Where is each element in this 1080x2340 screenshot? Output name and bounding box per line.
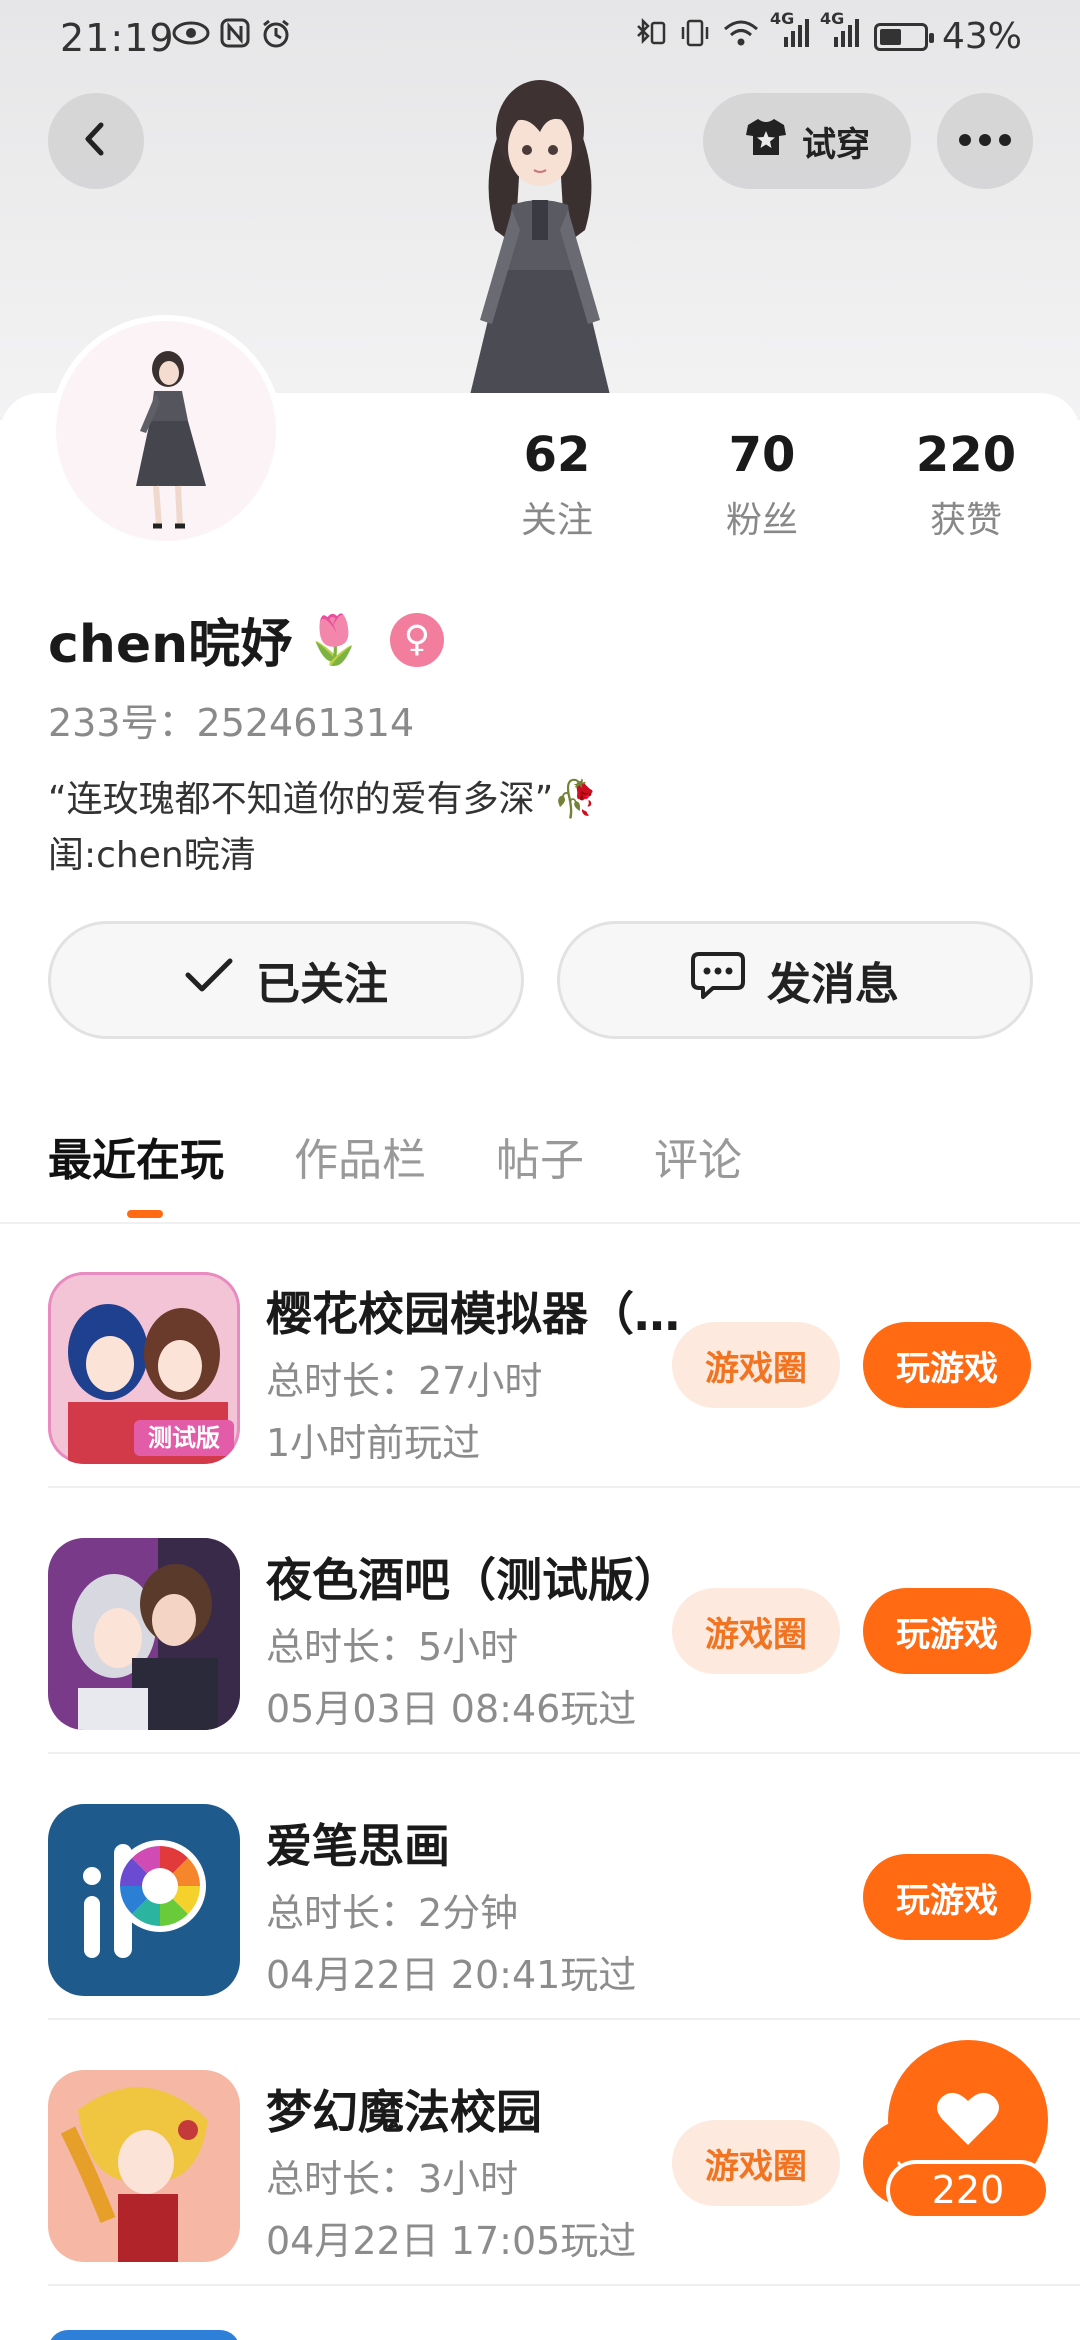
wifi-icon — [722, 18, 760, 56]
bluetooth-vibrate-icon — [634, 17, 668, 57]
night-bar-game-icon — [48, 1538, 240, 1730]
game-list-item[interactable]: 夜色酒吧（测试版） 总时长：5小时 05月03日 08:46玩过 游戏圈 玩游戏 — [48, 1488, 1080, 1754]
test-version-badge: 测试版 — [148, 1424, 220, 1452]
game-last-played: 04月22日 20:41玩过 — [266, 1953, 637, 1997]
try-on-button[interactable]: 试穿 — [703, 93, 911, 189]
game-duration: 总时长：2分钟 — [266, 1891, 519, 1935]
heart-icon — [936, 2089, 1000, 2151]
bio-line-2: 闺:chen晥清 — [48, 835, 256, 876]
tab-posts[interactable]: 帖子 — [496, 1124, 584, 1188]
more-dots-icon — [958, 132, 1012, 151]
chat-bubble-icon — [691, 950, 745, 1011]
game-circle-button[interactable]: 游戏圈 — [672, 1588, 840, 1674]
stat-likes[interactable]: 220 获赞 — [886, 425, 1046, 543]
game-title: 梦幻魔法校园 — [266, 2085, 542, 2139]
checkmark-icon — [184, 955, 234, 1006]
chevron-left-icon — [76, 119, 116, 163]
eye-icon — [172, 18, 210, 58]
game-last-played: 1小时前玩过 — [266, 1421, 481, 1465]
game-duration: 总时长：3小时 — [266, 2157, 519, 2201]
nfc-icon — [220, 18, 250, 58]
game-circle-button[interactable]: 游戏圈 — [672, 1322, 840, 1408]
avatar-3d-figure — [420, 70, 660, 395]
female-gender-icon: ♀ — [389, 612, 444, 667]
next-game-icon-peek — [48, 2330, 240, 2340]
game-last-played: 05月03日 08:46玩过 — [266, 1687, 637, 1731]
battery-percent: 43% — [941, 16, 1022, 57]
stat-likes-count: 220 — [915, 427, 1017, 483]
tab-works[interactable]: 作品栏 — [294, 1124, 426, 1188]
like-floating-button[interactable]: 220 — [868, 2040, 1068, 2230]
game-title: 夜色酒吧（测试版） — [266, 1553, 680, 1607]
game-list-item[interactable]: 测试版 樱花校园模拟器（测试版） 总时长：27小时 1小时前玩过 游戏圈 玩游戏 — [48, 1222, 1080, 1488]
play-game-button[interactable]: 玩游戏 — [863, 1322, 1031, 1408]
game-title: 樱花校园模拟器（测试版） — [266, 1287, 696, 1341]
tab-comments[interactable]: 评论 — [654, 1124, 742, 1188]
battery-icon — [873, 22, 934, 51]
back-button[interactable] — [48, 93, 144, 189]
status-bar: 21:19 4G 4G 43% — [0, 0, 1080, 80]
tshirt-star-icon — [744, 117, 788, 166]
stat-fans-count: 70 — [728, 427, 796, 483]
magic-school-game-icon — [48, 2070, 240, 2262]
stat-likes-label: 获赞 — [929, 500, 1002, 541]
user-id: 233号：252461314 — [48, 701, 415, 745]
stat-fans-label: 粉丝 — [725, 500, 798, 541]
tulip-emoji: 🌷 — [304, 612, 364, 668]
status-time: 21:19 — [60, 16, 175, 60]
game-circle-button[interactable]: 游戏圈 — [672, 2120, 840, 2206]
game-duration: 总时长：5小时 — [266, 1625, 519, 1669]
stat-fans[interactable]: 70 粉丝 — [682, 425, 842, 543]
stat-following[interactable]: 62 关注 — [477, 425, 637, 543]
try-on-label: 试穿 — [802, 124, 870, 165]
signal-icon: 4G — [770, 9, 810, 57]
more-button[interactable] — [937, 93, 1033, 189]
bio-line-1: “连玫瑰都不知道你的爱有多深”🥀 — [48, 779, 599, 820]
username: chen晥妤 — [48, 615, 293, 675]
avatar[interactable] — [50, 315, 282, 547]
ibis-paint-game-icon — [48, 1804, 240, 1996]
stat-following-label: 关注 — [520, 500, 593, 541]
game-list-item[interactable]: 爱笔思画 总时长：2分钟 04月22日 20:41玩过 玩游戏 — [48, 1754, 1080, 2020]
profile-tabs: 最近在玩 作品栏 帖子 评论 — [48, 1124, 742, 1188]
active-tab-indicator — [127, 1210, 163, 1218]
username-row: chen晥妤 🌷 ♀ — [48, 602, 444, 677]
signal-icon-2: 4G — [820, 9, 860, 57]
followed-label: 已关注 — [256, 959, 388, 1010]
alarm-icon — [260, 18, 292, 58]
play-game-button[interactable]: 玩游戏 — [863, 1854, 1031, 1940]
send-message-label: 发消息 — [767, 959, 899, 1010]
game-last-played: 04月22日 17:05玩过 — [266, 2219, 637, 2263]
sakura-school-game-icon: 测试版 — [48, 1272, 240, 1464]
battery-level — [879, 28, 901, 45]
stat-following-count: 62 — [523, 427, 591, 483]
game-title: 爱笔思画 — [266, 1819, 450, 1873]
send-message-button[interactable]: 发消息 — [557, 921, 1033, 1039]
game-duration: 总时长：27小时 — [266, 1359, 543, 1403]
tab-recently-played[interactable]: 最近在玩 — [48, 1124, 224, 1188]
vibrate-icon — [678, 17, 712, 57]
followed-button[interactable]: 已关注 — [48, 921, 524, 1039]
like-count: 220 — [886, 2160, 1050, 2220]
play-game-button[interactable]: 玩游戏 — [863, 1588, 1031, 1674]
